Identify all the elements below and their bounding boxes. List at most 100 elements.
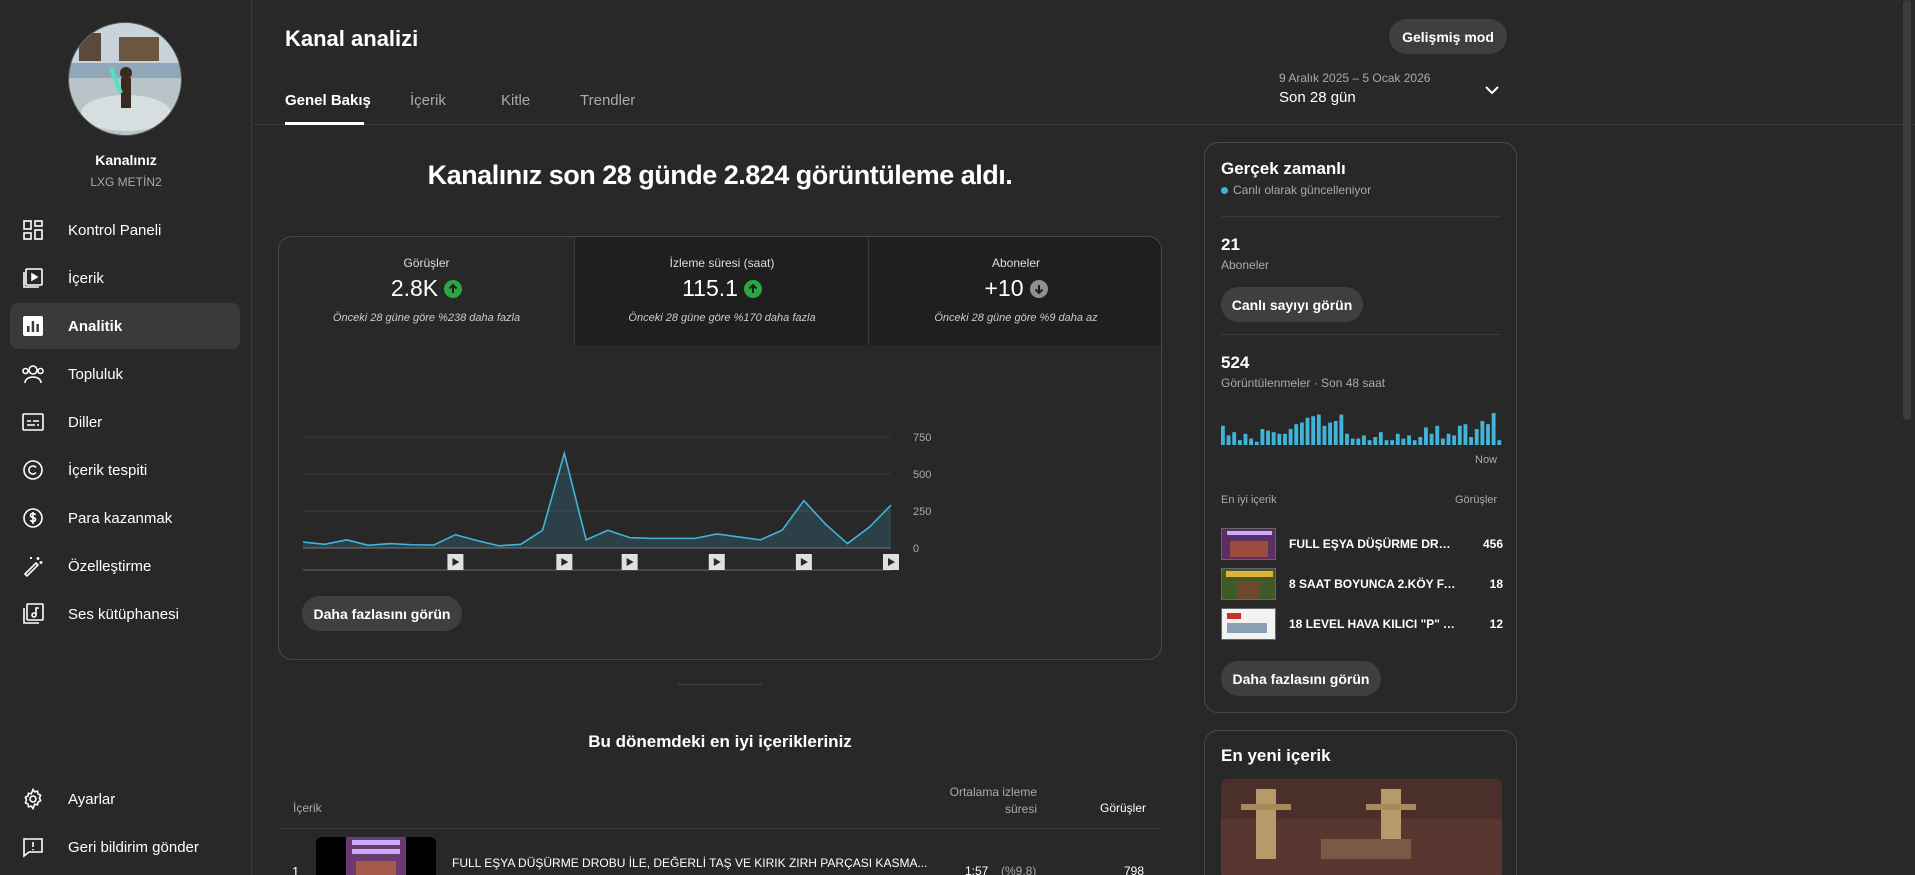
sidebar-item-label: Ayarlar [68, 790, 116, 808]
realtime-bar [1243, 433, 1248, 445]
video-marker-icon[interactable] [795, 554, 812, 570]
see-live-count-button[interactable]: Canlı sayıyı görün [1221, 287, 1363, 322]
overview-card: Görüşler 2.8K Önceki 28 güne göre %238 d… [278, 236, 1162, 660]
realtime-bar [1305, 417, 1310, 445]
realtime-top-item[interactable]: 18 LEVEL HAVA KILICI "P" A... 12 [1221, 608, 1503, 642]
metric-value: +10 [984, 275, 1024, 301]
sidebar-item-customization[interactable]: Özelleştirme [10, 543, 240, 589]
metric-note: Önceki 28 güne göre %9 daha az [934, 312, 1098, 324]
arrow-up-icon [743, 279, 762, 298]
realtime-bar [1457, 425, 1462, 445]
video-title[interactable]: FULL EŞYA DÜŞÜRME DROBU İLE, DEĞERLİ TAŞ… [452, 856, 928, 870]
realtime-bar [1350, 438, 1355, 445]
advanced-mode-button[interactable]: Gelişmiş mod [1389, 19, 1507, 54]
date-preset-label[interactable]: Son 28 gün [1279, 89, 1356, 106]
video-title: FULL EŞYA DÜŞÜRME DRO... [1289, 537, 1457, 551]
realtime-bar [1497, 440, 1502, 445]
metric-label: Görüşler [403, 256, 450, 270]
views-line-chart[interactable]: 7505002500Dec 9, 2025Dec 14, 2025Dec 18,… [279, 345, 1162, 575]
avg-view-duration: 1:57 [965, 864, 989, 875]
video-thumbnail[interactable] [316, 837, 436, 875]
video-views: 456 [1482, 537, 1503, 551]
realtime-bar [1339, 414, 1344, 445]
realtime-bar [1254, 441, 1259, 445]
channel-handle: LXG METİN2 [90, 175, 162, 189]
realtime-bar [1384, 440, 1389, 445]
realtime-bar [1221, 425, 1225, 445]
video-marker-icon[interactable] [556, 554, 573, 570]
channel-name: Kanalınız [95, 152, 157, 168]
tab-trends[interactable]: Trendler [580, 92, 635, 109]
sidebar-item-analytics[interactable]: Analitik [10, 303, 240, 349]
sidebar-item-community[interactable]: Topluluk [10, 351, 240, 397]
sidebar-item-languages[interactable]: Diller [10, 399, 240, 445]
copyright-icon [21, 458, 45, 482]
sidebar-item-label: Geri bildirim gönder [68, 838, 199, 856]
top-content-label: En iyi içerik [1221, 494, 1277, 506]
y-tick-label: 750 [913, 432, 931, 444]
page-scrollbar[interactable] [1903, 0, 1911, 420]
tab-content[interactable]: İçerik [410, 92, 446, 109]
tab-audience[interactable]: Kitle [501, 92, 530, 109]
sidebar-item-audio-library[interactable]: Ses kütüphanesi [10, 591, 240, 637]
realtime-bar [1424, 427, 1428, 445]
realtime-bar [1486, 424, 1490, 445]
sidebar: Kanalınız LXG METİN2 Kontrol Paneli İçer… [0, 0, 252, 875]
metric-subscribers[interactable]: Aboneler +10 Önceki 28 güne göre %9 daha… [868, 237, 1161, 345]
realtime-bar [1356, 438, 1361, 445]
video-marker-icon[interactable] [621, 554, 638, 570]
magic-wand-icon [21, 554, 45, 578]
sidebar-item-feedback[interactable]: Geri bildirim gönder [10, 824, 240, 870]
realtime-top-item[interactable]: FULL EŞYA DÜŞÜRME DRO... 456 [1221, 528, 1503, 562]
realtime-top-item[interactable]: 8 SAAT BOYUNCA 2.KÖY FA... 18 [1221, 568, 1503, 602]
column-header-content: İçerik [293, 801, 322, 815]
avg-view-percentage: (%9.8) [1001, 864, 1037, 875]
realtime-bar [1440, 438, 1445, 445]
realtime-bar [1373, 437, 1378, 445]
realtime-bar [1299, 422, 1304, 445]
column-header-views[interactable]: Görüşler [1100, 801, 1146, 815]
realtime-bar [1294, 424, 1299, 445]
page-title: Kanal analizi [285, 26, 419, 51]
date-range-label[interactable]: 9 Aralık 2025 – 5 Ocak 2026 [1279, 71, 1430, 85]
now-label: Now [1475, 454, 1498, 466]
realtime-bar [1237, 440, 1242, 445]
tab-overview[interactable]: Genel Bakış [285, 92, 371, 109]
realtime-bar-chart[interactable] [1221, 413, 1503, 445]
metric-note: Önceki 28 güne göre %170 daha fazla [628, 312, 816, 324]
sidebar-item-content-id[interactable]: İçerik tespiti [10, 447, 240, 493]
realtime-bar [1277, 433, 1282, 445]
see-more-button[interactable]: Daha fazlasını görün [1221, 661, 1381, 696]
y-tick-label: 250 [913, 506, 931, 518]
realtime-bar [1283, 433, 1287, 445]
video-thumbnail [1221, 528, 1276, 560]
sidebar-item-settings[interactable]: Ayarlar [10, 776, 240, 822]
realtime-title: Gerçek zamanlı [1221, 159, 1346, 178]
video-marker-icon[interactable] [708, 554, 725, 570]
sidebar-item-label: Kontrol Paneli [68, 221, 162, 239]
chevron-down-icon[interactable] [1484, 82, 1500, 103]
video-marker-icon[interactable] [447, 554, 464, 570]
sidebar-item-label: İçerik tespiti [68, 461, 148, 479]
see-more-button[interactable]: Daha fazlasını görün [302, 596, 462, 631]
top-content-title: Bu dönemdeki en iyi içerikleriniz [588, 732, 852, 751]
sidebar-item-monetization[interactable]: Para kazanmak [10, 495, 240, 541]
sidebar-item-label: Analitik [68, 317, 123, 335]
dashboard-icon [21, 218, 45, 242]
channel-avatar[interactable] [68, 22, 182, 136]
latest-video-thumbnail[interactable] [1221, 779, 1502, 875]
sidebar-item-dashboard[interactable]: Kontrol Paneli [10, 207, 240, 253]
realtime-bar [1316, 414, 1321, 445]
subtitles-icon [21, 410, 45, 434]
sidebar-item-content[interactable]: İçerik [10, 255, 240, 301]
y-tick-label: 0 [913, 543, 919, 555]
realtime-bar [1333, 421, 1338, 445]
realtime-bar [1378, 432, 1383, 445]
realtime-bar [1328, 422, 1332, 445]
metric-views[interactable]: Görüşler 2.8K Önceki 28 güne göre %238 d… [279, 237, 574, 345]
video-marker-icon[interactable] [883, 554, 899, 570]
metric-watch-time[interactable]: İzleme süresi (saat) 115.1 Önceki 28 gün… [574, 237, 869, 345]
realtime-bar [1226, 435, 1231, 445]
latest-content-title: En yeni içerik [1221, 746, 1331, 765]
column-header-avg-duration[interactable]: Ortalama izleme süresi [900, 785, 1037, 816]
